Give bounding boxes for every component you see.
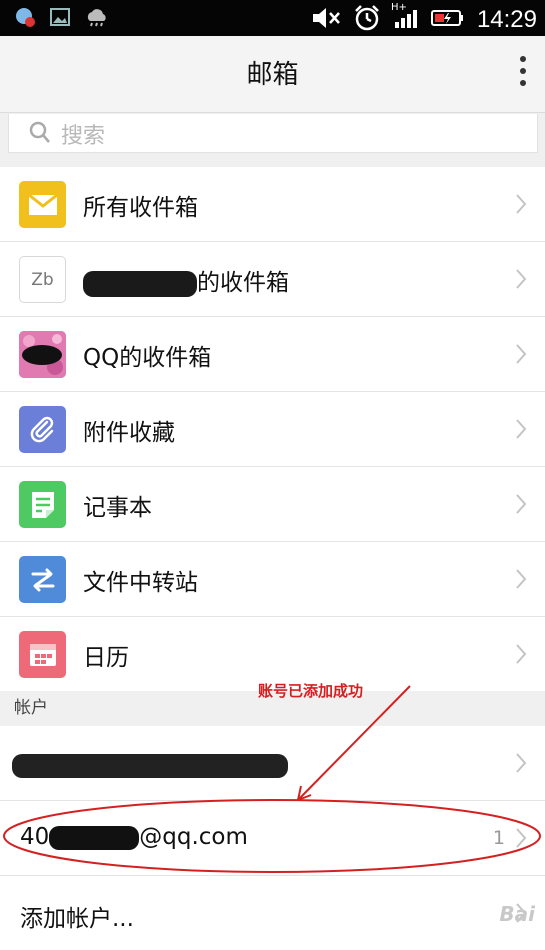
paperclip-icon bbox=[19, 406, 66, 453]
list-item-label: 文件中转站 bbox=[83, 570, 198, 596]
account-row-qq[interactable]: 40 @qq.com 1 bbox=[0, 801, 545, 876]
redacted-text bbox=[12, 753, 288, 778]
account-avatar: Zb bbox=[19, 256, 66, 303]
redacted-text bbox=[49, 825, 140, 850]
note-icon bbox=[19, 481, 66, 528]
accounts-section-header: 帐户 bbox=[14, 698, 48, 718]
chevron-right-icon bbox=[515, 493, 527, 519]
chevron-right-icon bbox=[515, 343, 527, 369]
image-icon bbox=[50, 8, 70, 30]
list-item-label: 所有收件箱 bbox=[83, 195, 198, 221]
mute-icon bbox=[311, 6, 341, 34]
list-item-account-inbox[interactable]: Zb 的收件箱 bbox=[0, 242, 545, 317]
calendar-icon bbox=[19, 631, 66, 678]
chevron-right-icon bbox=[515, 827, 527, 853]
search-placeholder: 搜索 bbox=[61, 124, 106, 149]
page-title: 邮箱 bbox=[246, 60, 299, 90]
add-account-label: 添加帐户... bbox=[20, 906, 134, 932]
battery-charging-icon bbox=[430, 8, 465, 32]
redacted-text bbox=[83, 270, 197, 297]
list-item-label: 的收件箱 bbox=[83, 263, 289, 297]
account-email: 40 @qq.com bbox=[20, 824, 248, 850]
notification-icons bbox=[14, 6, 110, 32]
chevron-right-icon bbox=[515, 268, 527, 294]
annotation-text: 账号已添加成功 bbox=[258, 682, 364, 700]
unread-count: 1 bbox=[492, 827, 505, 849]
search-input[interactable]: 搜索 bbox=[8, 114, 538, 153]
app-header: 邮箱 bbox=[0, 36, 545, 113]
transfer-icon bbox=[19, 556, 66, 603]
system-indicators: H+ 14:29 bbox=[311, 2, 537, 36]
list-item-file-transfer[interactable]: 文件中转站 bbox=[0, 542, 545, 617]
search-icon bbox=[29, 120, 51, 148]
mailbox-folder-list: 所有收件箱 Zb 的收件箱 QQ的收件箱 附件收藏 记事本 文件中转站 日历 bbox=[0, 167, 545, 691]
add-account-row[interactable]: 添加帐户... bbox=[0, 876, 545, 950]
signal-icon: H+ bbox=[391, 2, 419, 34]
watermark: Bai bbox=[499, 902, 535, 926]
alarm-icon bbox=[353, 4, 381, 36]
chevron-right-icon bbox=[515, 643, 527, 669]
list-item-notebook[interactable]: 记事本 bbox=[0, 467, 545, 542]
clock-time: 14:29 bbox=[476, 6, 537, 33]
account-row-1[interactable] bbox=[0, 726, 545, 801]
chevron-right-icon bbox=[515, 568, 527, 594]
status-bar: H+ 14:29 bbox=[0, 0, 545, 36]
list-item-all-inboxes[interactable]: 所有收件箱 bbox=[0, 167, 545, 242]
list-item-label: 记事本 bbox=[83, 495, 152, 521]
account-email bbox=[12, 752, 288, 778]
account-avatar-photo bbox=[19, 331, 66, 378]
chevron-right-icon bbox=[515, 418, 527, 444]
list-item-label: 附件收藏 bbox=[83, 420, 175, 446]
app-notification-icon bbox=[14, 6, 36, 32]
list-item-qq-inbox[interactable]: QQ的收件箱 bbox=[0, 317, 545, 392]
more-options-icon[interactable] bbox=[517, 56, 529, 90]
weather-cloud-icon bbox=[84, 7, 110, 31]
accounts-list: 40 @qq.com 1 添加帐户... bbox=[0, 726, 545, 950]
chevron-right-icon bbox=[515, 193, 527, 219]
list-item-label: 日历 bbox=[83, 645, 129, 671]
envelope-icon bbox=[19, 181, 66, 228]
list-item-label: QQ的收件箱 bbox=[83, 345, 212, 371]
list-item-attachments[interactable]: 附件收藏 bbox=[0, 392, 545, 467]
chevron-right-icon bbox=[515, 752, 527, 778]
